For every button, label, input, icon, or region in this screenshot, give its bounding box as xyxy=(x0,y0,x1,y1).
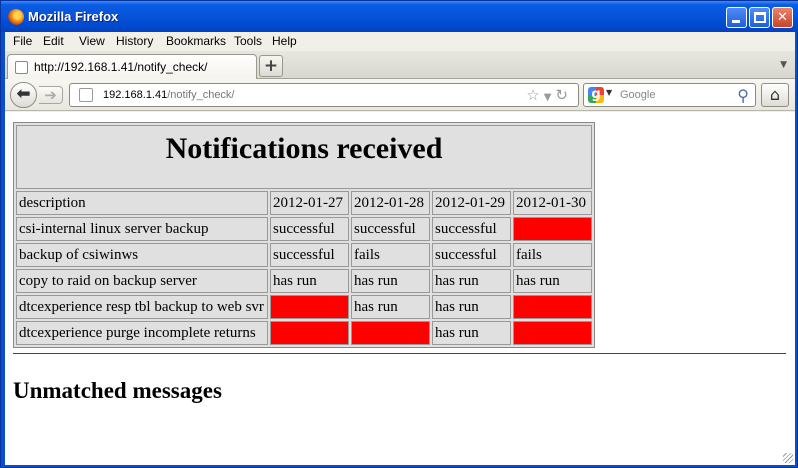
site-identity-icon[interactable] xyxy=(79,88,93,102)
resize-grip-icon[interactable] xyxy=(783,453,793,463)
forward-button[interactable]: ➔ xyxy=(39,86,63,104)
menu-view[interactable]: View xyxy=(79,34,105,48)
tab-notify-check[interactable]: http://192.168.1.41/notify_check/ xyxy=(7,54,257,79)
navigation-toolbar: ➔ ⬅ 192.168.1.41/notify_check/ ☆▼↻ g ▼ G… xyxy=(5,79,795,111)
home-icon: ⌂ xyxy=(769,85,781,104)
bookmark-star-icon[interactable]: ☆ xyxy=(526,86,543,104)
browser-window: Mozilla Firefox ✕ File Edit View History… xyxy=(0,0,798,468)
tab-list-icon[interactable]: ▼ xyxy=(780,60,787,70)
google-engine-icon[interactable]: g xyxy=(588,87,604,103)
status-cell: has run xyxy=(432,269,511,293)
firefox-logo-icon xyxy=(8,9,24,25)
status-cell: successful xyxy=(351,217,430,241)
status-cell: successful xyxy=(432,217,511,241)
menu-file[interactable]: File xyxy=(13,34,32,48)
status-cell: successful xyxy=(270,243,349,267)
status-cell xyxy=(513,217,592,241)
column-header-date: 2012-01-29 xyxy=(432,191,511,215)
new-tab-button[interactable]: + xyxy=(259,55,283,77)
table-row: copy to raid on backup server has run ha… xyxy=(16,269,592,293)
row-description: csi-internal linux server backup xyxy=(16,217,268,241)
status-cell xyxy=(351,321,430,345)
status-cell: has run xyxy=(351,295,430,319)
menu-tools[interactable]: Tools xyxy=(234,34,262,48)
table-row: csi-internal linux server backup success… xyxy=(16,217,592,241)
status-cell: successful xyxy=(432,243,511,267)
url-bar-icons: ☆▼↻ xyxy=(526,86,572,104)
url-path: /notify_check/ xyxy=(167,89,235,101)
row-description: copy to raid on backup server xyxy=(16,269,268,293)
minimize-button[interactable] xyxy=(726,7,747,28)
back-button[interactable]: ⬅ xyxy=(10,82,37,108)
url-bar[interactable]: 192.168.1.41/notify_check/ ☆▼↻ xyxy=(69,83,579,107)
page-title: Notifications received xyxy=(16,125,592,189)
forward-arrow-icon: ➔ xyxy=(44,86,57,104)
status-cell: fails xyxy=(513,243,592,267)
menu-bar: File Edit View History Bookmarks Tools H… xyxy=(5,32,795,51)
url-host: 192.168.1.41 xyxy=(103,89,168,101)
menu-edit[interactable]: Edit xyxy=(43,34,64,48)
status-cell xyxy=(270,295,349,319)
title-bar[interactable]: Mozilla Firefox ✕ xyxy=(1,1,798,32)
column-header-description: description xyxy=(16,191,268,215)
table-row: dtcexperience purge incomplete returns h… xyxy=(16,321,592,345)
close-button[interactable]: ✕ xyxy=(772,7,793,28)
status-cell: successful xyxy=(270,217,349,241)
minimize-icon xyxy=(732,20,740,23)
unmatched-messages-heading: Unmatched messages xyxy=(13,378,222,403)
table-row: dtcexperience resp tbl backup to web svr… xyxy=(16,295,592,319)
row-description: dtcexperience purge incomplete returns xyxy=(16,321,268,345)
tab-label: http://192.168.1.41/notify_check/ xyxy=(34,60,208,74)
table-row: backup of csiwinws successful fails succ… xyxy=(16,243,592,267)
table-header-row: description 2012-01-27 2012-01-28 2012-0… xyxy=(16,191,592,215)
row-description: dtcexperience resp tbl backup to web svr xyxy=(16,295,268,319)
back-arrow-icon: ⬅ xyxy=(16,84,31,104)
menu-bookmarks[interactable]: Bookmarks xyxy=(166,34,226,48)
search-engine-dropdown-icon[interactable]: ▼ xyxy=(606,88,612,97)
section-divider xyxy=(13,353,786,354)
browser-client: File Edit View History Bookmarks Tools H… xyxy=(5,32,795,465)
search-input[interactable]: Google xyxy=(620,89,655,101)
status-cell xyxy=(513,321,592,345)
url-text[interactable]: 192.168.1.41/notify_check/ xyxy=(103,89,235,101)
window-title: Mozilla Firefox xyxy=(28,9,119,24)
column-header-date: 2012-01-28 xyxy=(351,191,430,215)
page-favicon-icon xyxy=(15,61,28,74)
status-cell: fails xyxy=(351,243,430,267)
column-header-date: 2012-01-30 xyxy=(513,191,592,215)
status-cell: has run xyxy=(270,269,349,293)
close-icon: ✕ xyxy=(777,10,788,25)
maximize-icon xyxy=(754,12,766,23)
status-cell xyxy=(513,295,592,319)
page-content: Notifications received description 2012-… xyxy=(5,112,795,465)
tab-strip: http://192.168.1.41/notify_check/ + ▼ xyxy=(5,51,795,79)
menu-help[interactable]: Help xyxy=(272,34,297,48)
history-dropdown-icon[interactable]: ▼ xyxy=(544,92,556,103)
status-cell: has run xyxy=(351,269,430,293)
status-cell: has run xyxy=(513,269,592,293)
reload-icon[interactable]: ↻ xyxy=(555,86,572,104)
maximize-button[interactable] xyxy=(749,7,770,28)
notifications-table: Notifications received description 2012-… xyxy=(13,122,595,348)
status-cell: has run xyxy=(432,321,511,345)
home-button[interactable]: ⌂ xyxy=(761,83,789,107)
back-forward-group: ➔ ⬅ xyxy=(10,82,65,108)
table-caption-row: Notifications received xyxy=(16,125,592,189)
row-description: backup of csiwinws xyxy=(16,243,268,267)
menu-history[interactable]: History xyxy=(116,34,153,48)
status-cell xyxy=(270,321,349,345)
column-header-date: 2012-01-27 xyxy=(270,191,349,215)
search-box[interactable]: g ▼ Google ⚲ xyxy=(583,83,756,107)
status-cell: has run xyxy=(432,295,511,319)
search-icon[interactable]: ⚲ xyxy=(737,86,749,105)
